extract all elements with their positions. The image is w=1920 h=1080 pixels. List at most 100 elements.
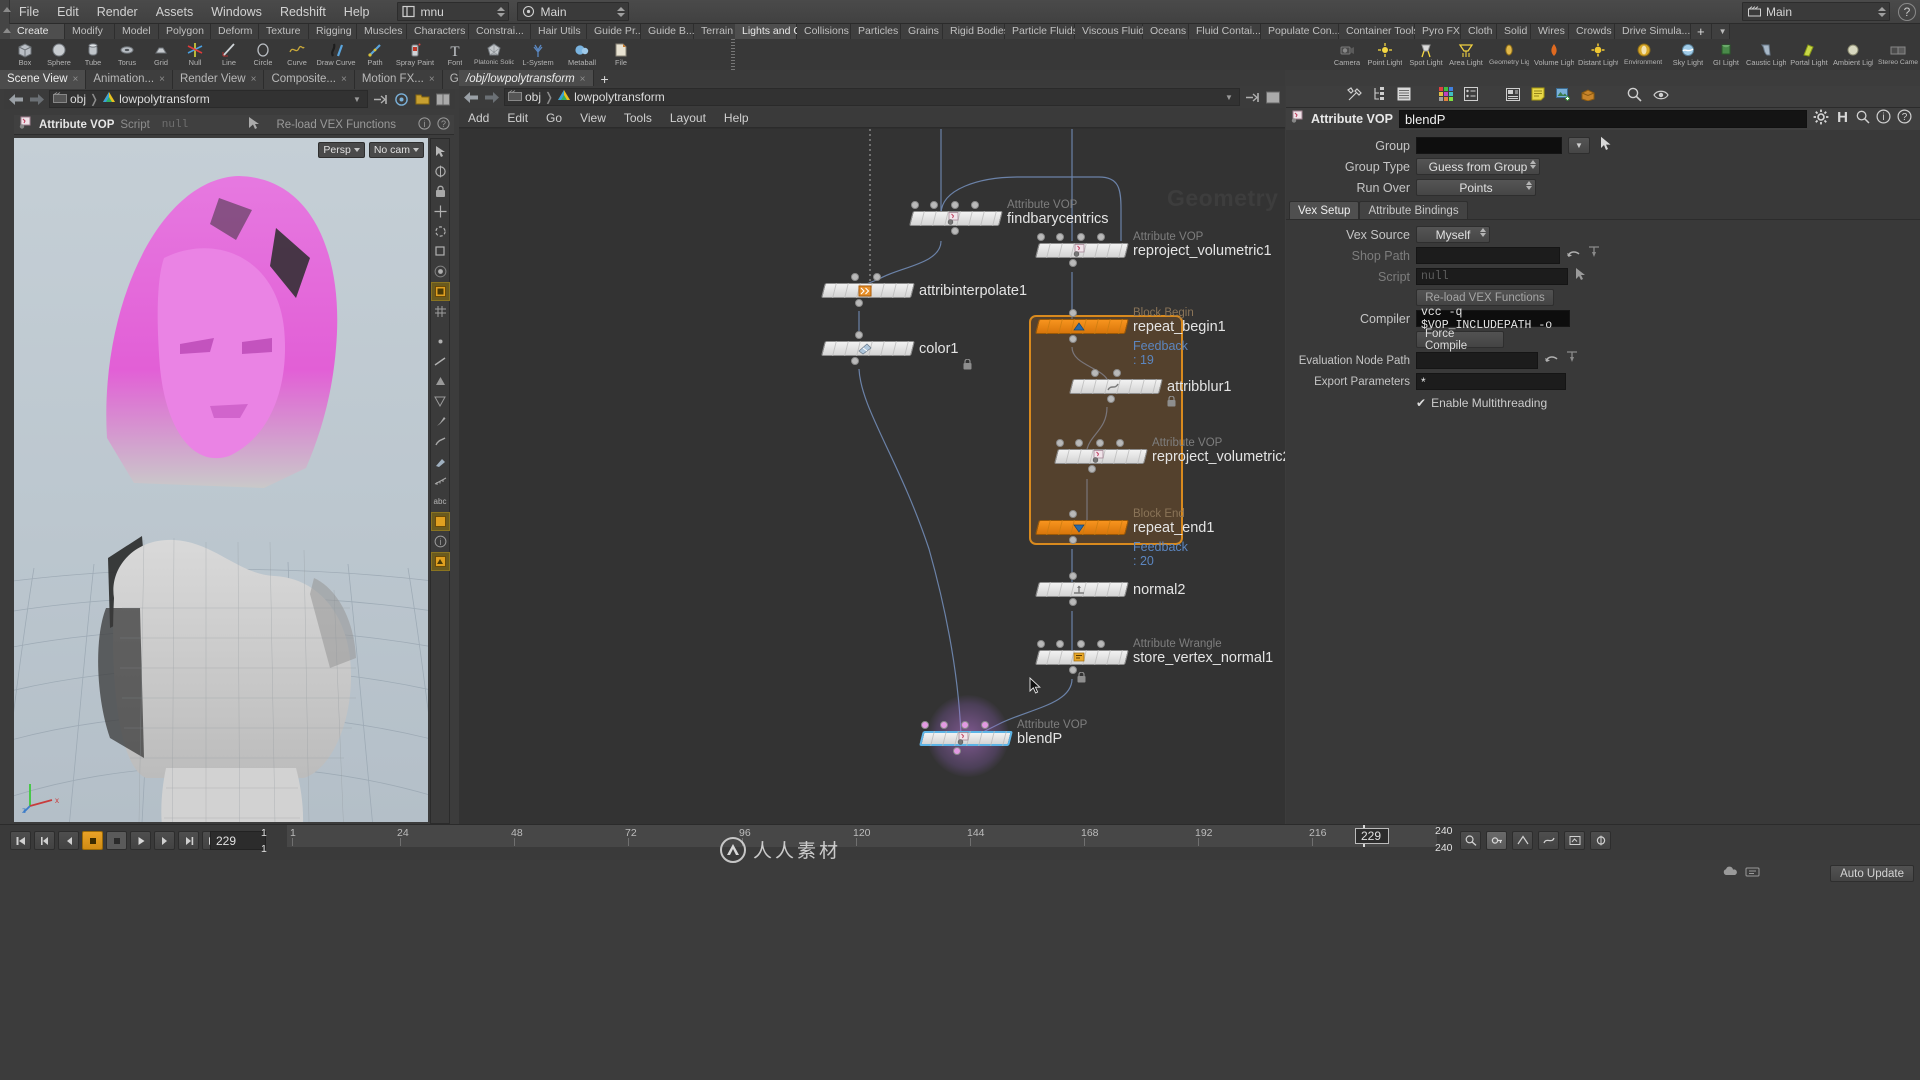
path-dropdown-icon[interactable]: ▼ xyxy=(350,95,364,104)
menu-file[interactable]: File xyxy=(10,0,48,24)
vex-source-menu[interactable]: Myself xyxy=(1416,226,1490,243)
sculpt-icon[interactable] xyxy=(431,432,450,451)
node-output-port[interactable] xyxy=(1069,666,1077,674)
shelf-tab-constraints[interactable]: Constrai... xyxy=(469,24,531,39)
prim-mode-icon[interactable] xyxy=(431,372,450,391)
scope-icon[interactable] xyxy=(1564,831,1585,850)
node-output-port[interactable] xyxy=(855,299,863,307)
handles-tool-icon[interactable] xyxy=(431,162,450,181)
node-input-port[interactable] xyxy=(1091,369,1099,377)
close-icon[interactable]: × xyxy=(251,70,257,89)
shelf-item-point-light[interactable]: Point Light xyxy=(1364,39,1406,70)
shelf-item-caustic-light[interactable]: Caustic Light xyxy=(1744,39,1788,70)
select-tool-icon[interactable] xyxy=(431,142,450,161)
network-options-icon[interactable] xyxy=(1264,88,1282,106)
evaluation-pick-icon[interactable] xyxy=(1565,351,1579,370)
network-menu-layout[interactable]: Layout xyxy=(661,108,715,128)
shelf-tab-viscous-fluids[interactable]: Viscous Fluids xyxy=(1075,24,1150,39)
export-parameters-input[interactable]: * xyxy=(1416,373,1566,390)
shelf-tab-oceans[interactable]: Oceans xyxy=(1143,24,1189,39)
target-node-icon[interactable] xyxy=(392,90,410,108)
node-output-port[interactable] xyxy=(1069,335,1077,343)
network-menu-help[interactable]: Help xyxy=(715,108,758,128)
node-input-port[interactable] xyxy=(855,331,863,339)
network-menu-add[interactable]: Add xyxy=(459,108,498,128)
node-normal2[interactable]: normal2 xyxy=(1035,572,1185,606)
tab-motion-fx[interactable]: Motion FX... × xyxy=(354,70,443,89)
shelf-item-gi-light[interactable]: GI Light xyxy=(1708,39,1744,70)
shelf-item-l-system[interactable]: L-System xyxy=(516,39,560,70)
lock-icon[interactable] xyxy=(431,182,450,201)
shelf-right-menu-button[interactable]: ▼ xyxy=(1711,24,1730,39)
stop-icon[interactable] xyxy=(82,831,103,850)
shelf-item-platonic-solids[interactable]: Platonic Solids xyxy=(472,39,516,70)
shelf-item-sky-light[interactable]: Sky Light xyxy=(1668,39,1708,70)
force-compile-button[interactable]: Force Compile xyxy=(1416,328,1504,352)
shop-path-pick-icon[interactable] xyxy=(1587,246,1601,265)
node-input-port[interactable] xyxy=(1056,439,1064,447)
shelf-tab-particle-fluids[interactable]: Particle Fluids xyxy=(1005,24,1078,39)
shelf-tab-pyro-fx[interactable]: Pyro FX xyxy=(1415,24,1461,39)
question-icon[interactable]: ? xyxy=(1898,3,1916,21)
gear-icon[interactable] xyxy=(1813,109,1829,130)
node-repeat-end1[interactable]: Block End repeat_end1 Feedback : 20 xyxy=(1035,508,1214,568)
shelf-divider[interactable] xyxy=(731,39,735,70)
paint-icon[interactable] xyxy=(431,452,450,471)
shelf-item-ambient-light[interactable]: Ambient Light xyxy=(1830,39,1876,70)
desktop-combo-spinner[interactable] xyxy=(494,3,508,20)
brush-icon[interactable] xyxy=(431,412,450,431)
breadcrumb-obj[interactable]: obj xyxy=(70,92,86,106)
shelf-item-torus[interactable]: Torus xyxy=(110,39,144,70)
measure-icon[interactable] xyxy=(431,472,450,491)
layout-split-icon[interactable] xyxy=(434,90,452,108)
box-icon[interactable] xyxy=(1581,88,1595,106)
group-pick-icon[interactable] xyxy=(1600,136,1612,156)
node-input-port[interactable] xyxy=(873,273,881,281)
menu-windows[interactable]: Windows xyxy=(202,0,271,24)
shelf-item-spray-paint[interactable]: Spray Paint xyxy=(392,39,438,70)
step-back-key-icon[interactable] xyxy=(34,831,55,850)
shelf-tab-texture[interactable]: Texture xyxy=(259,24,309,39)
node-input-port[interactable] xyxy=(1037,640,1045,648)
network-canvas[interactable]: Geometry Attribute VOP findbarycentrics … xyxy=(459,129,1285,824)
shelf-item-tube[interactable]: Tube xyxy=(76,39,110,70)
node-color1[interactable]: color1 xyxy=(821,331,972,370)
menu-render[interactable]: Render xyxy=(88,0,147,24)
node-output-port[interactable] xyxy=(953,747,961,755)
node-input-port[interactable] xyxy=(921,721,929,729)
group-dropdown-button[interactable]: ▼ xyxy=(1568,137,1590,154)
shelf-tab-rigid-bodies[interactable]: Rigid Bodies xyxy=(943,24,1009,39)
node-input-port[interactable] xyxy=(1097,233,1105,241)
shelf-item-path[interactable]: Path xyxy=(358,39,392,70)
help-icon[interactable]: ? xyxy=(1897,109,1912,129)
network-status-icon[interactable] xyxy=(1745,865,1760,883)
node-output-port[interactable] xyxy=(1069,259,1077,267)
shelf-tab-container-tools[interactable]: Container Tools xyxy=(1339,24,1419,39)
shelf-item-volume-light[interactable]: Volume Light xyxy=(1532,39,1576,70)
step-forward-key-icon[interactable] xyxy=(178,831,199,850)
script-pick-icon[interactable] xyxy=(1574,267,1587,286)
close-icon[interactable]: × xyxy=(73,70,79,89)
grid-icon[interactable] xyxy=(1439,87,1453,106)
record-icon[interactable] xyxy=(106,831,127,850)
eye-icon[interactable] xyxy=(1653,88,1669,106)
tree-icon[interactable] xyxy=(1373,87,1386,106)
run-over-menu[interactable]: Points xyxy=(1416,179,1536,196)
shelf-item-box[interactable]: Box xyxy=(8,39,42,70)
magnifier-icon[interactable] xyxy=(1460,831,1481,850)
enable-multithreading-checkbox[interactable]: ✔ Enable Multithreading xyxy=(1416,396,1547,410)
shop-path-input[interactable] xyxy=(1416,247,1560,264)
menu-grip[interactable] xyxy=(0,0,11,24)
node-output-port[interactable] xyxy=(1107,395,1115,403)
houdini-h-icon[interactable]: H xyxy=(1835,109,1850,129)
node-input-port[interactable] xyxy=(930,201,938,209)
tab-animation[interactable]: Animation... × xyxy=(86,70,173,89)
param-node-name-field[interactable]: blendP xyxy=(1398,110,1807,128)
node-input-port[interactable] xyxy=(911,201,919,209)
node-input-port[interactable] xyxy=(1113,369,1121,377)
shelf-item-file[interactable]: File xyxy=(604,39,638,70)
shelf-tab-drive-simulation[interactable]: Drive Simula... xyxy=(1615,24,1691,39)
desktop-combo[interactable]: mnu xyxy=(396,2,509,21)
shelf-item-spot-light[interactable]: Spot Light xyxy=(1406,39,1446,70)
image-icon[interactable] xyxy=(1556,87,1570,106)
